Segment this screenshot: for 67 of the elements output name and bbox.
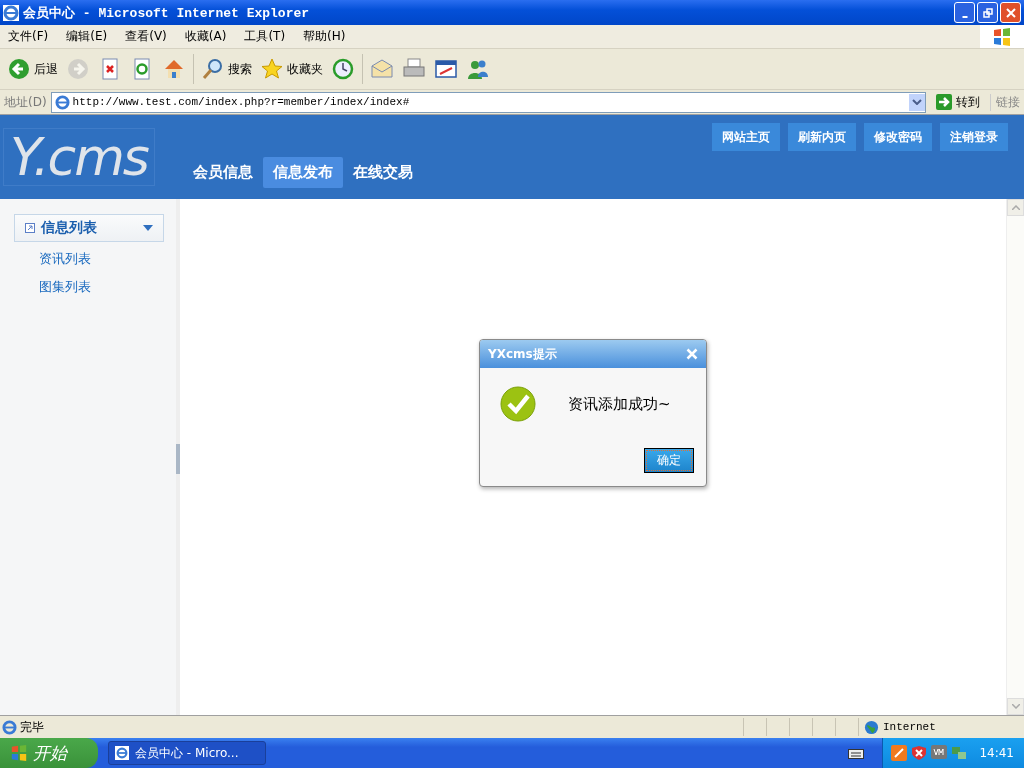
- page-icon: [2, 719, 17, 735]
- page-icon: [54, 94, 70, 110]
- network-icon[interactable]: [951, 745, 968, 761]
- nav-tab[interactable]: 信息发布: [263, 157, 343, 188]
- close-icon[interactable]: [686, 348, 698, 360]
- globe-icon: [864, 719, 879, 735]
- edit-icon: [434, 57, 458, 81]
- nav-tab[interactable]: 会员信息: [183, 157, 263, 188]
- address-label: 地址(D): [4, 93, 47, 111]
- site-logo[interactable]: Y.cms: [3, 128, 155, 186]
- browser-icon: [3, 4, 19, 21]
- status-text: 完毕: [20, 718, 44, 736]
- menu-item[interactable]: 帮助(H): [295, 28, 354, 45]
- menu-item[interactable]: 编辑(E): [58, 28, 116, 45]
- menu-item[interactable]: 工具(T): [236, 28, 294, 45]
- sidebar-link[interactable]: 资讯列表: [39, 248, 176, 270]
- header-link-button[interactable]: 注销登录: [940, 123, 1008, 151]
- scroll-down-icon[interactable]: [1011, 704, 1020, 709]
- minimize-button[interactable]: [954, 2, 975, 23]
- search-icon: [201, 57, 225, 81]
- splitter-handle[interactable]: [176, 444, 180, 474]
- chevron-down-icon: [912, 99, 922, 105]
- caret-icon: [143, 225, 153, 231]
- back-button[interactable]: 后退: [4, 55, 61, 83]
- favorites-button[interactable]: 收藏夹: [257, 55, 326, 83]
- menu-item[interactable]: 收藏(A): [176, 28, 235, 45]
- right-arrow-icon: [936, 94, 952, 110]
- menu-item[interactable]: 文件(F): [0, 28, 57, 45]
- browser-icon: [115, 746, 129, 760]
- clock-icon: [331, 57, 355, 81]
- links-button[interactable]: 链接: [990, 93, 1020, 111]
- nav-tab[interactable]: 在线交易: [343, 157, 423, 188]
- go-button[interactable]: 转到: [930, 93, 986, 111]
- shield-icon[interactable]: [911, 745, 928, 761]
- dialog-message: 资讯添加成功~: [568, 394, 671, 414]
- vm-tray-icon[interactable]: [931, 745, 948, 761]
- menu-item[interactable]: 查看(V): [117, 28, 175, 45]
- header-link-button[interactable]: 修改密码: [864, 123, 932, 151]
- vertical-scrollbar[interactable]: [1006, 199, 1024, 715]
- minimize-icon: [961, 15, 968, 18]
- dialog-title: YXcms提示: [488, 345, 558, 363]
- star-icon: [260, 57, 284, 81]
- check-icon: [500, 386, 536, 422]
- dropdown-button[interactable]: [909, 93, 925, 111]
- clock: 14:41: [979, 746, 1014, 760]
- close-button[interactable]: [1000, 2, 1021, 23]
- confirm-button[interactable]: 确定: [644, 448, 694, 473]
- link-icon: [25, 223, 35, 233]
- keyboard-icon[interactable]: [848, 747, 865, 759]
- header-link-button[interactable]: 网站主页: [712, 123, 780, 151]
- windows-logo-icon: [980, 25, 1024, 48]
- window-title: 会员中心 - Microsoft Internet Explorer: [23, 4, 310, 22]
- tray-app-icon[interactable]: [891, 745, 908, 761]
- scroll-up-icon[interactable]: [1011, 205, 1020, 210]
- search-button[interactable]: 搜索: [198, 55, 255, 83]
- header-link-button[interactable]: 刷新内页: [788, 123, 856, 151]
- taskbar-window-button[interactable]: 会员中心 - Micro...: [108, 741, 266, 765]
- start-button[interactable]: 开始: [0, 738, 98, 768]
- address-field[interactable]: http://www.test.com/index.php?r=member/index/index#: [50, 91, 926, 113]
- sidebar-group-header[interactable]: 信息列表: [14, 214, 164, 242]
- envelope-icon: [370, 57, 394, 81]
- sidebar-link[interactable]: 图集列表: [39, 276, 176, 298]
- security-zone: Internet: [883, 721, 936, 733]
- restore-button[interactable]: [977, 2, 998, 23]
- windows-logo-icon: [10, 744, 28, 762]
- close-icon: [1005, 7, 1016, 18]
- restore-icon: [982, 7, 993, 18]
